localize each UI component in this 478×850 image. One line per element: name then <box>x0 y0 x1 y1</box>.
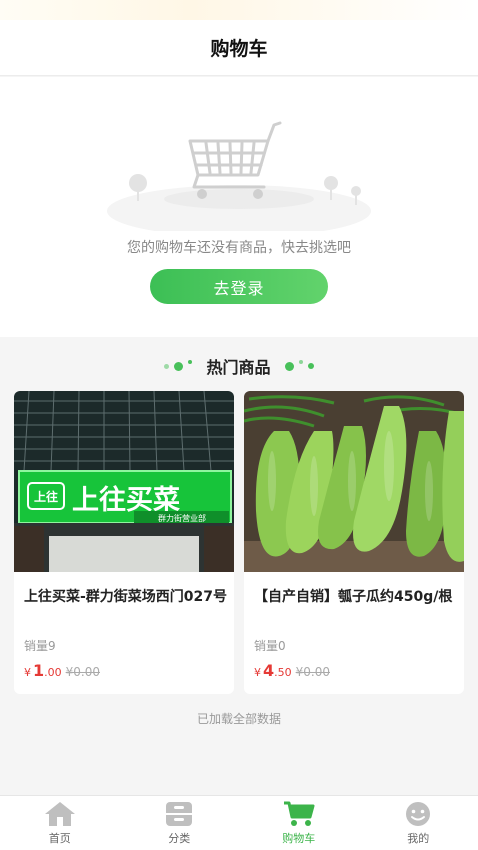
login-button[interactable]: 去登录 <box>150 269 328 304</box>
sign-sub-text: 群力街营业部 <box>158 513 206 523</box>
tab-profile[interactable]: 我的 <box>359 796 478 850</box>
product-image <box>244 391 464 572</box>
empty-cart-illustration <box>107 121 371 231</box>
product-card[interactable]: 上往 上往买菜 群力街营业部 上往买菜-群力街菜场西门027号 销量9 ¥ 1 … <box>14 391 234 694</box>
bottom-tab-bar: 首页 分类 购物车 我的 <box>0 795 478 850</box>
product-price: ¥ 1 .00 ¥0.00 <box>24 661 100 680</box>
empty-cart-message: 您的购物车还没有商品，快去挑选吧 <box>127 240 351 256</box>
tab-cart[interactable]: 购物车 <box>239 796 359 850</box>
product-sales: 销量9 <box>24 639 56 653</box>
all-loaded-text: 已加载全部数据 <box>196 712 281 726</box>
original-price: ¥0.00 <box>295 665 330 679</box>
empty-cart-section: 您的购物车还没有商品，快去挑选吧 去登录 <box>0 77 478 337</box>
left-dots-decoration <box>164 360 193 371</box>
product-sales: 销量0 <box>254 639 286 653</box>
product-card[interactable]: 【自产自销】瓠子瓜约450g/根 销量0 ¥ 4 .50 ¥0.00 <box>244 391 464 694</box>
profile-icon <box>401 800 435 828</box>
page-header: 购物车 <box>0 20 478 76</box>
product-name: 【自产自销】瓠子瓜约450g/根 <box>254 589 453 605</box>
tab-category[interactable]: 分类 <box>120 796 240 850</box>
original-price: ¥0.00 <box>65 665 100 679</box>
cart-icon <box>282 800 316 828</box>
home-icon <box>43 800 77 828</box>
right-dots-decoration <box>284 360 314 371</box>
page-title: 购物车 <box>210 38 268 60</box>
sign-logo-text: 上往 <box>34 489 58 504</box>
product-name: 上往买菜-群力街菜场西门027号 <box>24 589 228 605</box>
product-price: ¥ 4 .50 ¥0.00 <box>254 661 330 680</box>
status-bar <box>0 0 478 20</box>
tab-home[interactable]: 首页 <box>0 796 120 850</box>
hot-products-header: 热门商品 <box>0 350 478 382</box>
hot-products-title: 热门商品 <box>206 358 271 377</box>
product-image: 上往 上往买菜 群力街营业部 <box>14 391 234 572</box>
category-icon <box>162 800 196 828</box>
